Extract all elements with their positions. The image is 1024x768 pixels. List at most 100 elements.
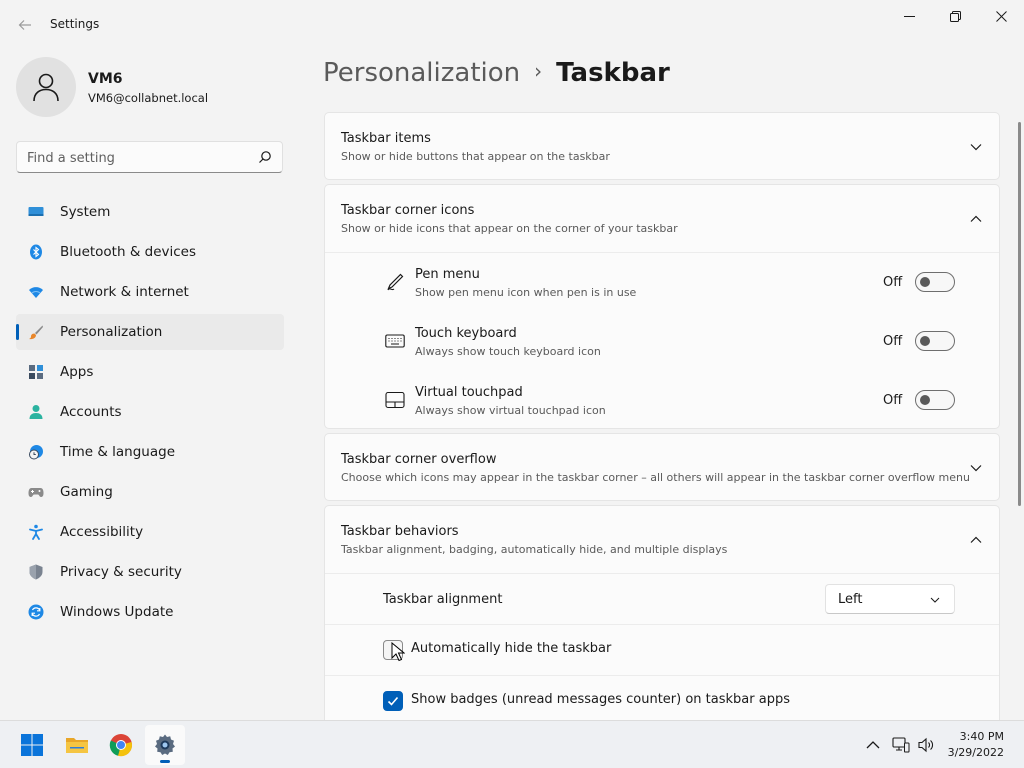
section-taskbar-corner-overflow[interactable]: Taskbar corner overflow Choose which ico… <box>324 433 1000 501</box>
sidebar-item-personalization[interactable]: Personalization <box>16 314 284 350</box>
user-profile[interactable]: VM6 VM6@collabnet.local <box>16 57 296 117</box>
search-box[interactable] <box>16 141 283 173</box>
sidebar-item-label: Network & internet <box>60 284 189 300</box>
section-title: Taskbar items <box>341 131 431 146</box>
sidebar-item-system[interactable]: System <box>16 194 284 230</box>
sidebar-item-network[interactable]: Network & internet <box>16 274 284 310</box>
back-button[interactable] <box>14 14 36 36</box>
show-badges-checkbox[interactable] <box>383 691 403 711</box>
touchpad-icon <box>385 391 405 409</box>
close-icon <box>995 10 1007 22</box>
touch-keyboard-toggle[interactable] <box>915 331 955 351</box>
section-subtitle: Show or hide icons that appear on the co… <box>341 222 678 235</box>
sidebar-item-apps[interactable]: Apps <box>16 354 284 390</box>
chevron-up-icon <box>866 741 880 749</box>
taskbar-alignment-dropdown[interactable]: Left <box>825 584 955 614</box>
file-explorer-button[interactable] <box>57 725 97 765</box>
setting-row-alignment: Taskbar alignment Left <box>325 574 999 624</box>
breadcrumb: Personalization › Taskbar <box>323 58 670 88</box>
section-header[interactable]: Taskbar corner overflow Choose which ico… <box>325 434 999 502</box>
chrome-button[interactable] <box>101 725 141 765</box>
toggle-knob <box>920 336 930 346</box>
scrollbar[interactable] <box>1018 122 1021 506</box>
keyboard-icon <box>385 334 405 348</box>
sidebar-item-label: Windows Update <box>60 604 174 620</box>
shield-icon <box>28 564 44 580</box>
search-input[interactable] <box>27 148 247 168</box>
section-title: Taskbar corner icons <box>341 203 475 218</box>
close-button[interactable] <box>978 0 1024 32</box>
taskbar: 3:40 PM 3/29/2022 <box>0 720 1024 768</box>
breadcrumb-parent[interactable]: Personalization <box>323 58 520 88</box>
person-icon <box>33 73 59 102</box>
brush-icon <box>28 324 44 340</box>
section-header[interactable]: Taskbar items Show or hide buttons that … <box>325 113 999 181</box>
sidebar-item-label: System <box>60 204 111 220</box>
sidebar-item-label: Accessibility <box>60 524 144 540</box>
checkbox-label[interactable]: Show badges (unread messages counter) on… <box>411 692 790 707</box>
sidebar-item-label: Accounts <box>60 404 122 420</box>
virtual-touchpad-toggle[interactable] <box>915 390 955 410</box>
network-tray-button[interactable] <box>892 736 910 754</box>
section-title: Taskbar behaviors <box>341 524 459 539</box>
wifi-icon <box>28 284 44 300</box>
search-icon[interactable] <box>258 150 272 164</box>
row-subtitle: Show pen menu icon when pen is in use <box>415 286 637 299</box>
gamepad-icon <box>28 484 44 500</box>
pen-menu-toggle[interactable] <box>915 272 955 292</box>
toggle-state-label: Off <box>883 334 903 349</box>
sidebar-item-label: Bluetooth & devices <box>60 244 197 260</box>
chevron-up-icon[interactable] <box>970 213 982 225</box>
sidebar-item-label: Personalization <box>60 324 163 340</box>
auto-hide-checkbox[interactable] <box>383 640 403 660</box>
volume-tray-button[interactable] <box>917 736 935 754</box>
page-title: Taskbar <box>556 58 670 88</box>
sidebar-item-label: Time & language <box>60 444 176 460</box>
chevron-down-icon[interactable] <box>970 141 982 153</box>
breadcrumb-separator: › <box>534 59 543 83</box>
sidebar-nav: System Bluetooth & devices Network & int… <box>16 194 284 634</box>
back-arrow-icon <box>18 20 31 30</box>
setting-row-auto-hide: Automatically hide the taskbar <box>325 625 999 675</box>
accessibility-icon <box>28 524 44 540</box>
section-title: Taskbar corner overflow <box>341 452 497 467</box>
section-subtitle: Taskbar alignment, badging, automaticall… <box>341 543 728 556</box>
sidebar-item-privacy-security[interactable]: Privacy & security <box>16 554 284 590</box>
toggle-state-label: Off <box>883 275 903 290</box>
sidebar-item-time-language[interactable]: Time & language <box>16 434 284 470</box>
section-taskbar-behaviors: Taskbar behaviors Taskbar alignment, bad… <box>324 505 1000 745</box>
row-title: Virtual touchpad <box>415 385 523 400</box>
clock-time: 3:40 PM <box>959 730 1004 743</box>
start-button[interactable] <box>12 725 52 765</box>
row-subtitle: Always show virtual touchpad icon <box>415 404 606 417</box>
apps-icon <box>28 364 44 380</box>
avatar <box>16 57 76 117</box>
section-taskbar-items[interactable]: Taskbar items Show or hide buttons that … <box>324 112 1000 180</box>
sidebar-item-accessibility[interactable]: Accessibility <box>16 514 284 550</box>
divider <box>325 252 999 253</box>
settings-taskbar-button[interactable] <box>145 725 185 765</box>
active-app-indicator <box>160 760 170 763</box>
restore-button[interactable] <box>932 0 978 32</box>
section-header[interactable]: Taskbar corner icons Show or hide icons … <box>325 185 999 253</box>
section-taskbar-corner-icons: Taskbar corner icons Show or hide icons … <box>324 184 1000 429</box>
system-icon <box>28 204 44 220</box>
sidebar-item-label: Apps <box>60 364 94 380</box>
chevron-up-icon[interactable] <box>970 534 982 546</box>
section-header[interactable]: Taskbar behaviors Taskbar alignment, bad… <box>325 506 999 574</box>
tray-overflow-button[interactable] <box>864 736 882 754</box>
row-subtitle: Always show touch keyboard icon <box>415 345 601 358</box>
sidebar-item-bluetooth[interactable]: Bluetooth & devices <box>16 234 284 270</box>
clock[interactable]: 3:40 PM 3/29/2022 <box>948 729 1004 761</box>
sidebar-item-accounts[interactable]: Accounts <box>16 394 284 430</box>
chevron-down-icon[interactable] <box>970 462 982 474</box>
sidebar-item-gaming[interactable]: Gaming <box>16 474 284 510</box>
checkbox-label[interactable]: Automatically hide the taskbar <box>411 641 611 656</box>
toggle-knob <box>920 395 930 405</box>
volume-icon <box>918 737 933 753</box>
minimize-icon <box>903 15 915 17</box>
update-icon <box>28 604 44 620</box>
row-title: Pen menu <box>415 267 480 282</box>
sidebar-item-windows-update[interactable]: Windows Update <box>16 594 284 630</box>
minimize-button[interactable] <box>886 0 932 32</box>
